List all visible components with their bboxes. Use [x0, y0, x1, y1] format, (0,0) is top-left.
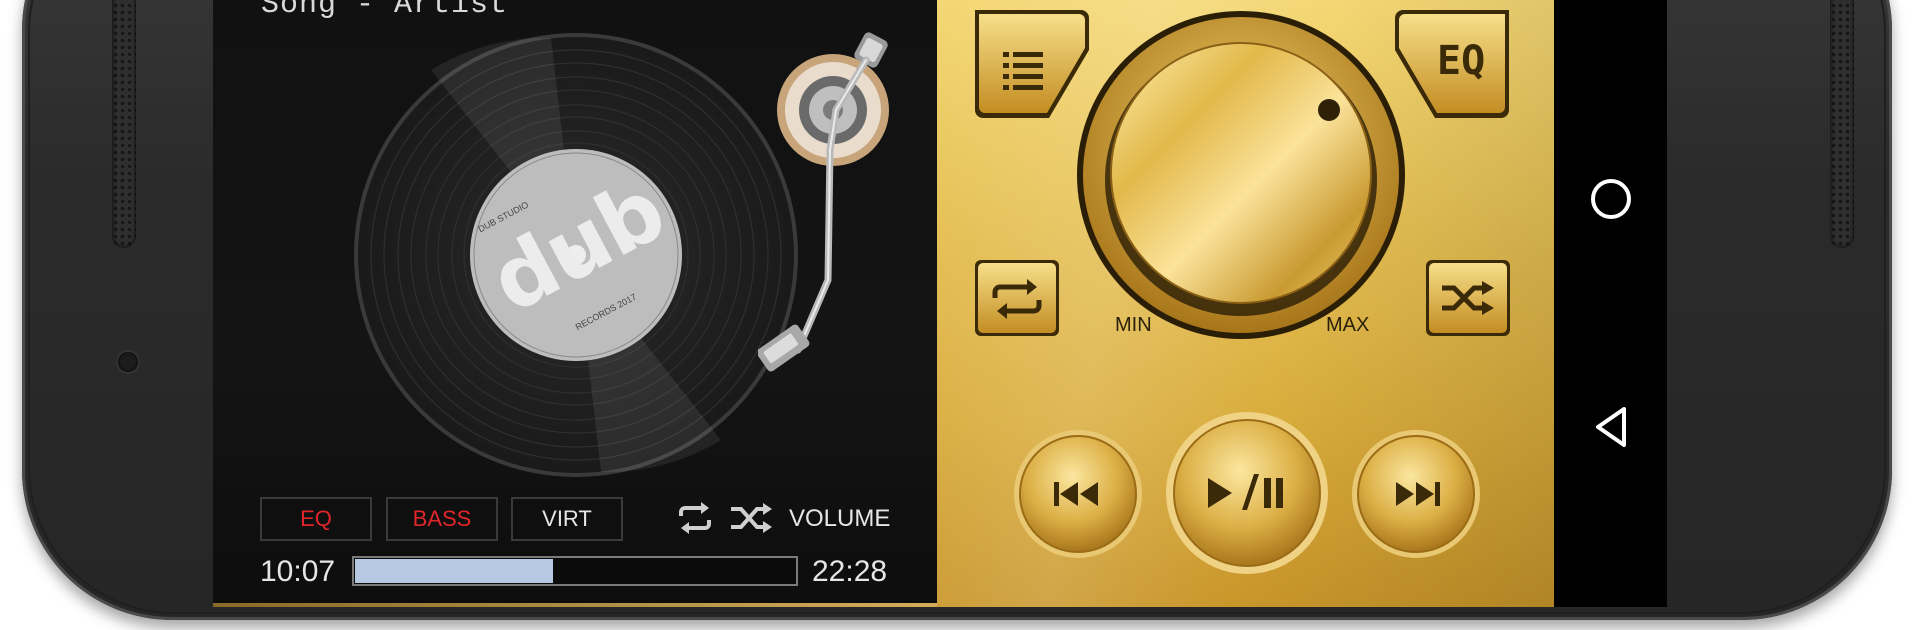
- right-speaker-grille: [1830, 0, 1854, 248]
- next-track-button[interactable]: [1350, 428, 1482, 560]
- gold-control-panel: EQ MIN MAX: [937, 0, 1554, 607]
- phone-screen: Song - Artist dub DUB STUDIO RECORDS 201…: [213, 0, 1667, 607]
- tonearm[interactable]: [758, 30, 928, 410]
- seek-bar[interactable]: [352, 556, 798, 586]
- player-panel: Song - Artist dub DUB STUDIO RECORDS 201…: [213, 0, 937, 607]
- virtualizer-effect-button[interactable]: VIRT: [511, 497, 623, 541]
- front-camera: [118, 352, 138, 372]
- eq-effect-button[interactable]: EQ: [260, 497, 372, 541]
- panel-accent-line: [213, 603, 937, 607]
- repeat-icon[interactable]: [675, 500, 715, 536]
- knob-min-label: MIN: [1115, 314, 1152, 336]
- shuffle-icon[interactable]: [729, 500, 775, 536]
- back-triangle-icon[interactable]: [1592, 405, 1632, 449]
- volume-button[interactable]: VOLUME: [789, 505, 890, 533]
- elapsed-time: 10:07: [260, 555, 336, 588]
- previous-track-button[interactable]: [1012, 428, 1144, 560]
- knob-indicator: [1318, 99, 1340, 121]
- bass-effect-button[interactable]: BASS: [386, 497, 498, 541]
- eq-button-label: EQ: [1437, 38, 1486, 84]
- knob-max-label: MAX: [1326, 314, 1370, 336]
- volume-knob[interactable]: [1074, 8, 1408, 342]
- left-speaker-grille: [112, 0, 136, 248]
- android-nav-bar: [1554, 0, 1667, 607]
- shuffle-button[interactable]: [1424, 258, 1512, 338]
- repeat-button[interactable]: [973, 258, 1061, 338]
- song-title: Song - Artist: [261, 0, 509, 22]
- total-time: 22:28: [812, 555, 888, 588]
- home-circle-icon[interactable]: [1589, 177, 1633, 221]
- seek-bar-fill: [355, 559, 553, 583]
- play-pause-button[interactable]: [1164, 410, 1330, 576]
